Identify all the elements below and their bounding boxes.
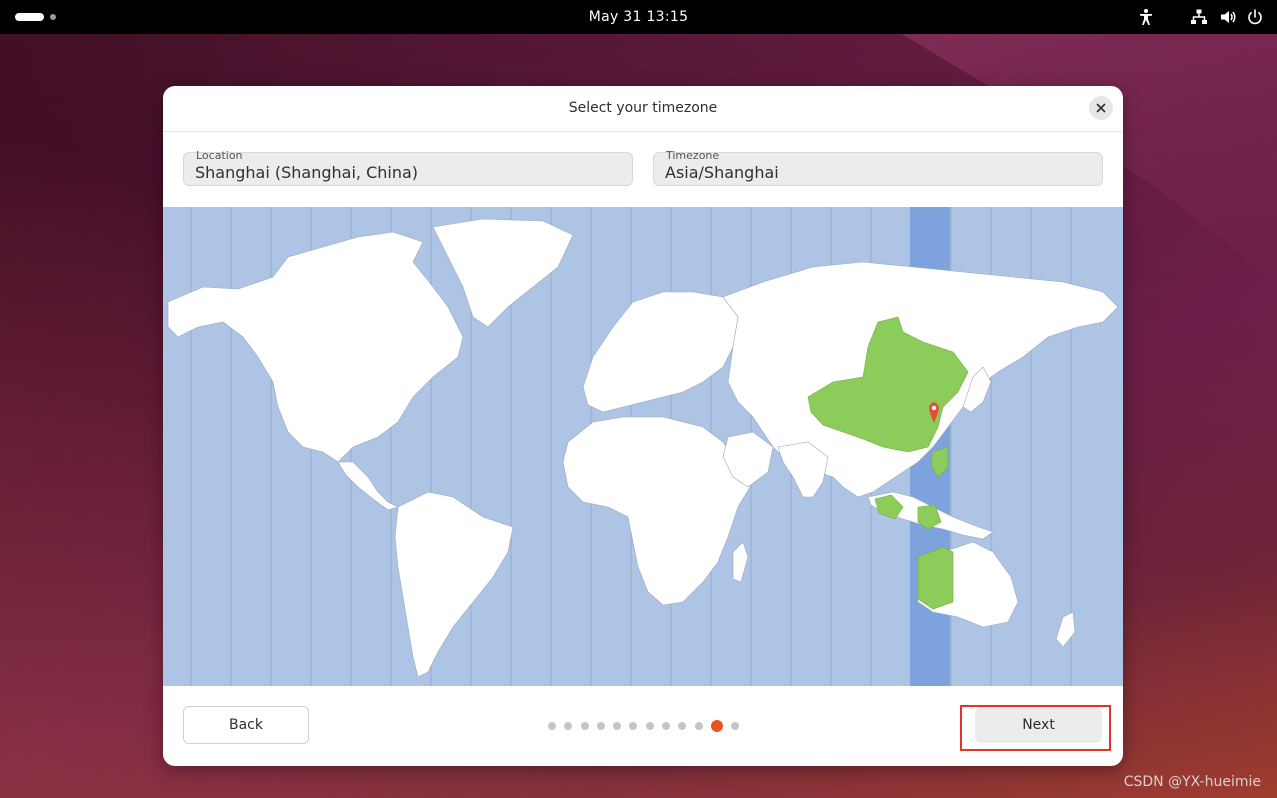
timezone-field[interactable]: Timezone Asia/Shanghai bbox=[653, 149, 1103, 186]
next-button-highlight bbox=[960, 705, 1111, 751]
top-bar: May 31 13:15 bbox=[0, 0, 1277, 34]
step-dot bbox=[548, 722, 556, 730]
dialog-header: Select your timezone bbox=[163, 86, 1123, 132]
step-dot bbox=[694, 722, 703, 730]
volume-icon[interactable] bbox=[1219, 8, 1237, 26]
timezone-dialog: Select your timezone Location Shanghai (… bbox=[163, 86, 1123, 766]
close-button[interactable] bbox=[1089, 96, 1113, 120]
step-dot bbox=[645, 722, 654, 730]
step-dot bbox=[731, 722, 740, 730]
world-map[interactable] bbox=[163, 207, 1123, 686]
location-value: Shanghai (Shanghai, China) bbox=[195, 163, 419, 182]
network-icon[interactable] bbox=[1190, 8, 1208, 26]
step-indicator bbox=[548, 720, 748, 732]
clock[interactable]: May 31 13:15 bbox=[0, 9, 1277, 25]
watermark: CSDN @YX-hueimie bbox=[1123, 774, 1261, 790]
step-dot-current bbox=[710, 720, 723, 732]
location-field[interactable]: Location Shanghai (Shanghai, China) bbox=[183, 149, 633, 186]
accessibility-icon[interactable] bbox=[1137, 8, 1155, 26]
timezone-value: Asia/Shanghai bbox=[665, 163, 779, 182]
step-dot bbox=[629, 722, 638, 730]
location-label: Location bbox=[196, 149, 243, 162]
step-dot bbox=[613, 722, 622, 730]
step-dot bbox=[596, 722, 605, 730]
close-icon bbox=[1096, 103, 1106, 113]
power-icon[interactable] bbox=[1246, 8, 1264, 26]
land-masses bbox=[167, 218, 1119, 678]
step-dot bbox=[678, 722, 687, 730]
step-dot bbox=[564, 722, 573, 730]
step-dot bbox=[580, 722, 589, 730]
timezone-label: Timezone bbox=[666, 149, 720, 162]
timezone-map[interactable] bbox=[163, 207, 1123, 686]
dialog-title: Select your timezone bbox=[568, 100, 718, 116]
back-button[interactable]: Back bbox=[183, 706, 309, 744]
step-dot bbox=[662, 722, 671, 730]
